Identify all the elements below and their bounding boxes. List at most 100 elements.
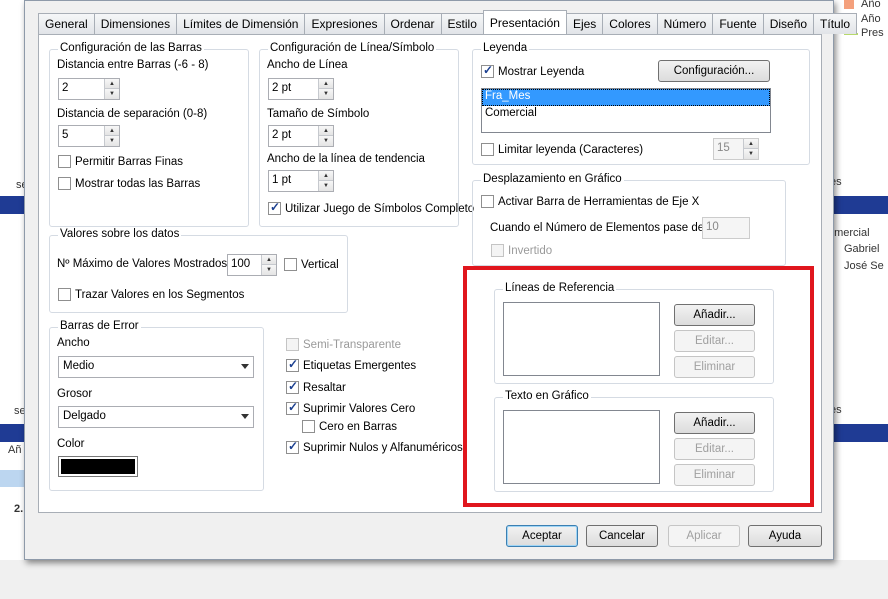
inverted-checkbox[interactable]: Invertido [491, 244, 552, 257]
legend-config-button[interactable]: Configuración... [658, 60, 770, 82]
accept-button[interactable]: Aceptar [506, 525, 578, 547]
suppress-zero-checkbox[interactable]: Suprimir Valores Cero [286, 400, 416, 415]
symbol-size-value: 2 pt [272, 129, 292, 141]
tab-general[interactable]: General [38, 13, 95, 34]
cluster-gap-spinner[interactable]: 5 ▲ ▼ [58, 125, 120, 147]
vertical-checkbox[interactable]: Vertical [284, 258, 339, 271]
zero-on-bars-checkbox[interactable]: Cero en Barras [302, 420, 397, 433]
error-thickness-label: Grosor [57, 388, 93, 400]
max-values-label: Nº Máximo de Valores Mostrados [57, 258, 228, 270]
spin-up-icon[interactable]: ▲ [318, 171, 333, 181]
select-value: Medio [63, 360, 95, 372]
spin-up-icon[interactable]: ▲ [261, 255, 276, 265]
group-title: Desplazamiento en Gráfico [481, 173, 624, 185]
checkbox-box[interactable] [491, 244, 504, 257]
tab-numero[interactable]: Número [656, 13, 714, 34]
bg-header-bar [834, 196, 888, 214]
checkbox-box[interactable] [284, 258, 297, 271]
cancel-button[interactable]: Cancelar [586, 525, 658, 547]
tab-diseno[interactable]: Diseño [762, 13, 815, 34]
limit-legend-checkbox[interactable]: Limitar leyenda (Caracteres) [481, 143, 643, 156]
spin-up-icon[interactable]: ▲ [743, 139, 758, 149]
spin-down-icon[interactable]: ▼ [743, 149, 758, 159]
group-title: Valores sobre los datos [58, 228, 182, 240]
tab-ordenar[interactable]: Ordenar [383, 13, 442, 34]
bg-right-text: José Se [844, 260, 884, 272]
spin-down-icon[interactable]: ▼ [261, 265, 276, 275]
checkbox-label: Suprimir Valores Cero [303, 402, 416, 415]
semi-transparent-checkbox[interactable]: Semi-Transparente [286, 338, 401, 351]
checkbox-label: Cero en Barras [319, 420, 397, 433]
spin-up-icon[interactable]: ▲ [104, 79, 119, 89]
legend-limit-spinner[interactable]: 15 ▲ ▼ [713, 138, 759, 160]
error-thickness-select[interactable]: Delgado [58, 406, 254, 428]
tab-fuente[interactable]: Fuente [712, 13, 764, 34]
tab-expresiones[interactable]: Expresiones [304, 13, 385, 34]
tab-ejes[interactable]: Ejes [565, 13, 604, 34]
tab-titulo[interactable]: Título [813, 13, 858, 34]
spin-down-icon[interactable]: ▼ [104, 136, 119, 146]
bar-gap-label: Distancia entre Barras (-6 - 8) [57, 59, 209, 71]
popup-labels-checkbox[interactable]: Etiquetas Emergentes [286, 357, 416, 372]
tab-limites-dimension[interactable]: Límites de Dimensión [176, 13, 306, 34]
symbol-size-spinner[interactable]: 2 pt ▲ ▼ [268, 125, 334, 147]
checkbox-box[interactable] [286, 439, 299, 454]
group-title: Leyenda [481, 42, 530, 54]
bg-left-text: 2. [14, 503, 24, 515]
checkbox-box[interactable] [481, 143, 494, 156]
spin-up-icon[interactable]: ▲ [318, 79, 333, 89]
checkbox-label: Limitar leyenda (Caracteres) [498, 143, 644, 156]
chart-scroll-group: Desplazamiento en Gráfico Activar Barra … [472, 173, 786, 266]
checkbox-box[interactable] [481, 63, 494, 78]
line-width-spinner[interactable]: 2 pt ▲ ▼ [268, 78, 334, 100]
scroll-threshold-input[interactable]: 10 [702, 217, 750, 239]
checkbox-box[interactable] [58, 155, 71, 168]
spin-down-icon[interactable]: ▼ [318, 181, 333, 191]
max-values-spinner[interactable]: 100 ▲ ▼ [227, 254, 277, 276]
legend-list[interactable]: Fra_Mes Comercial [481, 88, 771, 133]
chevron-down-icon[interactable] [241, 364, 249, 369]
spin-up-icon[interactable]: ▲ [318, 126, 333, 136]
show-legend-checkbox[interactable]: Mostrar Leyenda [481, 63, 585, 78]
help-button[interactable]: Ayuda [748, 525, 822, 547]
checkbox-label: Suprimir Nulos y Alfanuméricos [303, 441, 463, 454]
values-on-segments-checkbox[interactable]: Trazar Valores en los Segmentos [58, 288, 244, 301]
checkbox-box[interactable] [286, 400, 299, 415]
apply-button[interactable]: Aplicar [668, 525, 740, 547]
checkbox-box[interactable] [58, 177, 71, 190]
bar-gap-spinner[interactable]: 2 ▲ ▼ [58, 78, 120, 100]
full-symbol-set-checkbox[interactable]: Utilizar Juego de Símbolos Completo [268, 200, 475, 215]
error-color-button[interactable] [58, 456, 138, 477]
checkbox-label: Mostrar todas las Barras [75, 177, 201, 190]
thin-bars-checkbox[interactable]: Permitir Barras Finas [58, 155, 183, 168]
checkbox-label: Mostrar Leyenda [498, 65, 585, 78]
background-app-left: se se Añ 2. [0, 0, 28, 599]
checkbox-box[interactable] [286, 338, 299, 351]
checkbox-box[interactable] [58, 288, 71, 301]
tab-dimensiones[interactable]: Dimensiones [93, 13, 178, 34]
chevron-down-icon[interactable] [241, 414, 249, 419]
checkbox-box[interactable] [268, 200, 281, 215]
tab-colores[interactable]: Colores [602, 13, 658, 34]
tab-strip: General Dimensiones Límites de Dimensión… [38, 10, 858, 35]
spin-down-icon[interactable]: ▼ [318, 136, 333, 146]
error-width-select[interactable]: Medio [58, 356, 254, 378]
checkbox-box[interactable] [286, 379, 299, 394]
list-item[interactable]: Fra_Mes [482, 89, 770, 106]
checkbox-label: Utilizar Juego de Símbolos Completo [285, 202, 475, 215]
show-all-bars-checkbox[interactable]: Mostrar todas las Barras [58, 177, 200, 190]
spin-down-icon[interactable]: ▼ [318, 89, 333, 99]
spin-up-icon[interactable]: ▲ [104, 126, 119, 136]
checkbox-label: Invertido [508, 244, 553, 257]
checkbox-box[interactable] [302, 420, 315, 433]
checkbox-box[interactable] [481, 195, 494, 208]
spin-down-icon[interactable]: ▼ [104, 89, 119, 99]
suppress-nulls-checkbox[interactable]: Suprimir Nulos y Alfanuméricos [286, 439, 463, 454]
highlight-checkbox[interactable]: Resaltar [286, 379, 346, 394]
list-item[interactable]: Comercial [482, 106, 770, 123]
tab-estilo[interactable]: Estilo [440, 13, 484, 34]
checkbox-box[interactable] [286, 357, 299, 372]
tab-presentacion[interactable]: Presentación [482, 10, 567, 34]
trend-width-spinner[interactable]: 1 pt ▲ ▼ [268, 170, 334, 192]
enable-x-scrollbar-checkbox[interactable]: Activar Barra de Herramientas de Eje X [481, 195, 699, 208]
